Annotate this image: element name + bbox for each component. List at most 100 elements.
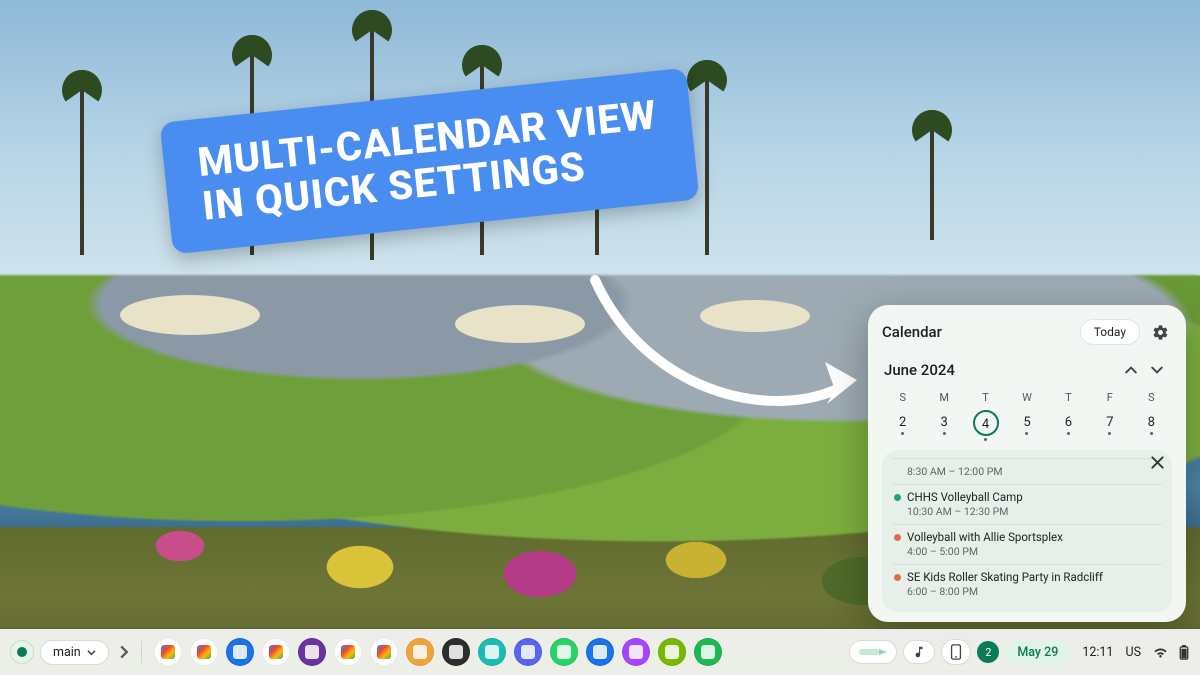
event-title: SE Kids Roller Skating Party in Radcliff [907, 570, 1103, 584]
canva-icon [485, 645, 499, 659]
wallpaper-detail [455, 305, 585, 343]
event-time: 4:00 – 5:00 PM [907, 545, 1160, 558]
wallpaper-detail [80, 80, 84, 255]
shelf-app-spotify[interactable] [694, 638, 722, 666]
tray-phone-hub-button[interactable] [941, 639, 971, 665]
desk-label: main [53, 645, 81, 660]
calendar-today-button[interactable]: Today [1080, 319, 1140, 345]
tray-media-button[interactable] [903, 640, 935, 664]
dow-cell: T [965, 391, 1006, 404]
calendar-icon [341, 645, 355, 659]
calendar-date-cell[interactable]: 5 [1006, 408, 1047, 442]
event-color-swatch [894, 534, 901, 541]
docs-icon [377, 645, 391, 659]
shelf-separator [141, 641, 142, 663]
shelf-app-analytics[interactable] [262, 638, 290, 666]
calendar-event-item[interactable]: 8:30 AM – 12:00 PM [892, 458, 1162, 484]
shelf: main 2 May 29 12:11 US [0, 629, 1200, 675]
shelf-app-calendar[interactable] [334, 638, 362, 666]
calendar-date-cell-selected[interactable]: 4 [965, 408, 1006, 442]
round-o-icon [413, 645, 427, 659]
wallpaper-detail [930, 120, 934, 240]
calendar-event-item[interactable]: Volleyball with Allie Sportsplex 4:00 – … [892, 524, 1162, 564]
calendar-date-cell[interactable]: 6 [1048, 408, 1089, 442]
event-time: 8:30 AM – 12:00 PM [907, 465, 1160, 478]
dow-cell: T [1048, 391, 1089, 404]
shelf-app-chrome[interactable] [154, 638, 182, 666]
wallpaper-detail [700, 300, 810, 332]
wallpaper-detail [705, 70, 709, 255]
zebra-icon [305, 645, 319, 659]
chrome-icon [161, 645, 175, 659]
chevron-up-icon [1125, 364, 1137, 376]
dow-cell: S [1131, 391, 1172, 404]
shelf-app-docs[interactable] [370, 638, 398, 666]
tray-time[interactable]: 12:11 [1082, 645, 1113, 660]
messages-icon [593, 645, 607, 659]
shelf-app-zebra[interactable] [298, 638, 326, 666]
dow-cell: S [882, 391, 923, 404]
calendar-date-cell[interactable]: 8 [1131, 408, 1172, 442]
close-icon [1151, 456, 1164, 469]
shelf-app-rainbow[interactable] [442, 638, 470, 666]
stylus-icon [858, 645, 888, 659]
shelf-app-messages[interactable] [586, 638, 614, 666]
files-icon [233, 645, 247, 659]
desk-chip[interactable]: main [40, 640, 109, 665]
tray-language[interactable]: US [1125, 645, 1141, 660]
rainbow-icon [449, 645, 463, 659]
calendar-month-label: June 2024 [884, 361, 1118, 379]
shelf-app-round-o[interactable] [406, 638, 434, 666]
calendar-date-cell[interactable]: 7 [1089, 408, 1130, 442]
whatsapp-icon [557, 645, 571, 659]
calendar-events-list: 8:30 AM – 12:00 PM CHHS Volleyball Camp … [882, 450, 1172, 612]
calendar-dow-row: S M T W T F S [882, 391, 1172, 404]
calendar-dates-row: 2 3 4 5 6 7 8 [882, 408, 1172, 442]
tray-notification-count[interactable]: 2 [977, 641, 999, 663]
event-title: Volleyball with Allie Sportsplex [907, 530, 1063, 544]
launcher-button[interactable] [10, 640, 34, 664]
chevron-down-icon [1151, 364, 1163, 376]
messenger-icon [629, 645, 643, 659]
calendar-events-close-button[interactable] [1151, 456, 1164, 469]
battery-icon[interactable] [1178, 645, 1190, 660]
calendar-date-cell[interactable]: 2 [882, 408, 923, 442]
analytics-icon [269, 645, 283, 659]
calendar-event-item[interactable]: SE Kids Roller Skating Party in Radcliff… [892, 564, 1162, 604]
shelf-app-files[interactable] [226, 638, 254, 666]
shelf-app-gemini[interactable] [190, 638, 218, 666]
calendar-title: Calendar [882, 323, 1072, 341]
calendar-prev-month-button[interactable] [1118, 357, 1144, 383]
calendar-date-cell[interactable]: 3 [923, 408, 964, 442]
chevron-right-icon[interactable] [117, 645, 131, 659]
calendar-next-month-button[interactable] [1144, 357, 1170, 383]
dow-cell: F [1089, 391, 1130, 404]
dow-cell: M [923, 391, 964, 404]
event-time: 6:00 – 8:00 PM [907, 585, 1160, 598]
spotify-icon [701, 645, 715, 659]
dow-cell: W [1006, 391, 1047, 404]
shelf-app-nvidia[interactable] [658, 638, 686, 666]
calendar-settings-button[interactable] [1148, 320, 1172, 344]
wifi-icon[interactable] [1153, 645, 1168, 660]
discord-icon [521, 645, 535, 659]
tray-date-chip[interactable]: May 29 [1005, 640, 1070, 665]
gemini-icon [197, 645, 211, 659]
wallpaper-detail [120, 295, 260, 335]
phone-icon [950, 644, 962, 660]
shelf-app-whatsapp[interactable] [550, 638, 578, 666]
calendar-event-item[interactable]: CHHS Volleyball Camp 10:30 AM – 12:30 PM [892, 484, 1162, 524]
shelf-app-discord[interactable] [514, 638, 542, 666]
event-title: CHHS Volleyball Camp [907, 490, 1023, 504]
shelf-app-messenger[interactable] [622, 638, 650, 666]
chevron-down-icon [87, 648, 96, 657]
calendar-quick-panel: Calendar Today June 2024 S M T W T F S 2… [868, 305, 1186, 622]
nvidia-icon [665, 645, 679, 659]
event-time: 10:30 AM – 12:30 PM [907, 505, 1160, 518]
music-icon [912, 645, 926, 659]
gear-icon [1152, 324, 1169, 341]
system-tray: 2 May 29 12:11 US [849, 639, 1190, 665]
event-color-swatch [894, 574, 901, 581]
shelf-app-canva[interactable] [478, 638, 506, 666]
tray-pen-button[interactable] [849, 640, 897, 664]
